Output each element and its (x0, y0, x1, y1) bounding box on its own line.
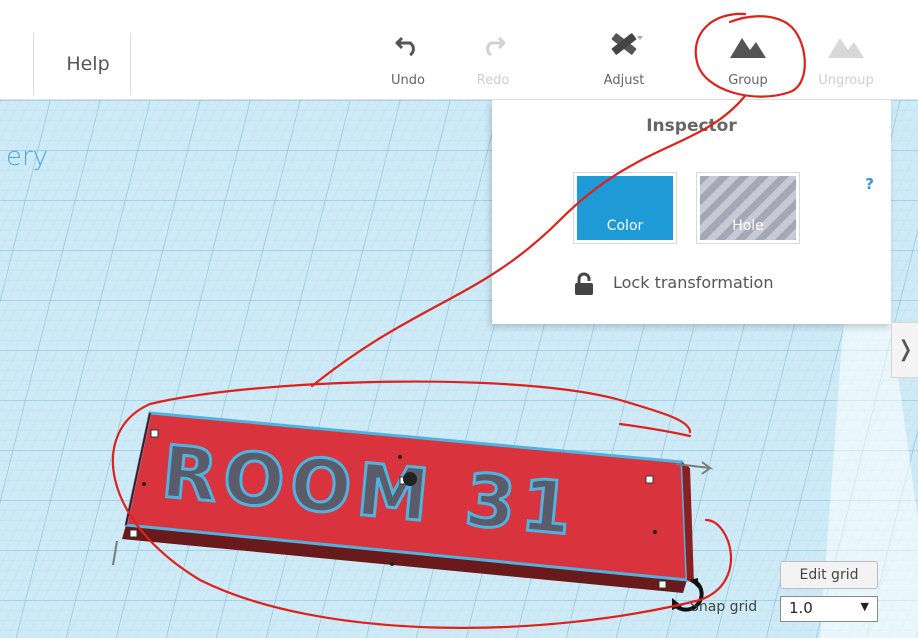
redo-icon (486, 36, 506, 56)
edit-grid-button[interactable]: Edit grid (780, 561, 878, 589)
ungroup-label: Ungroup (818, 73, 874, 88)
ungroup-mountains-icon (828, 38, 864, 58)
help-button[interactable]: ? (865, 175, 874, 193)
redo-label: Redo (476, 73, 510, 88)
lock-label: Lock transformation (613, 273, 774, 292)
color-label: Color (606, 218, 644, 234)
lock-icon (575, 272, 593, 295)
adjust-tools-icon (611, 33, 643, 55)
dropdown-arrow-icon: ▼ (860, 600, 869, 613)
adjust-label: Adjust (603, 73, 645, 88)
snap-grid-select[interactable]: 1.0 ▼ (780, 596, 878, 622)
snap-grid-value: 1.0 (789, 599, 813, 617)
collapse-panel-tab[interactable]: ❭ (891, 322, 918, 378)
adjust-button[interactable]: Adjust (588, 28, 660, 94)
snap-grid-label: Snap grid (690, 599, 758, 615)
lock-transformation-toggle[interactable]: Lock transformation (573, 272, 773, 296)
ungroup-button[interactable]: Ungroup (810, 28, 882, 94)
inspector-title: Inspector (646, 116, 737, 136)
chevron-right-icon: ❭ (896, 337, 915, 362)
redo-button[interactable]: Redo (457, 28, 529, 94)
hole-swatch[interactable]: Hole (696, 172, 800, 244)
height-handle[interactable] (403, 472, 417, 486)
undo-label: Undo (391, 73, 425, 88)
color-swatch[interactable]: Color (573, 172, 677, 244)
toolbar-divider (130, 33, 131, 95)
undo-button[interactable]: Undo (372, 28, 444, 94)
group-mountains-icon (730, 38, 766, 58)
hole-label: Hole (732, 218, 764, 234)
undo-icon (395, 36, 415, 56)
inspector-panel: Inspector ? Color Hole Lock transformati… (492, 100, 891, 324)
grid-controls: Edit grid Snap grid 1.0 ▼ (660, 556, 890, 626)
group-button[interactable]: Group (712, 28, 784, 94)
toolbar-divider (33, 33, 34, 95)
help-menu[interactable]: Help (47, 36, 129, 92)
toolbar: Help Undo Redo Adjust Group Ungroup (0, 0, 918, 100)
group-label: Group (728, 73, 768, 88)
gallery-text-fragment: ery (6, 142, 49, 172)
